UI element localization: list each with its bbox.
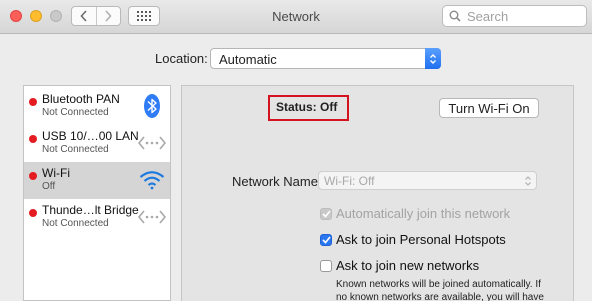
auto-join-label: Automatically join this network	[336, 206, 511, 221]
service-list: Bluetooth PAN Not Connected USB 10/…00 L…	[23, 85, 171, 301]
checkmark-icon	[321, 210, 331, 218]
service-name: USB 10/…00 LAN	[42, 129, 139, 143]
network-name-select[interactable]: Wi-Fi: Off	[318, 171, 537, 190]
status-value: Off	[320, 100, 338, 114]
checkmark-icon	[321, 236, 331, 244]
ethernet-arrows-icon	[138, 130, 166, 156]
title-bar: Network Search	[0, 0, 592, 34]
wifi-icon	[138, 167, 166, 193]
service-item-usb-lan[interactable]: USB 10/…00 LAN Not Connected	[24, 125, 170, 162]
personal-hotspots-checkbox[interactable]	[320, 234, 332, 246]
auto-join-checkbox[interactable]	[320, 208, 332, 220]
service-name: Thunde…lt Bridge	[42, 203, 139, 217]
location-value: Automatic	[219, 52, 277, 67]
status-dot	[29, 209, 37, 217]
location-label: Location:	[155, 51, 208, 66]
status-dot	[29, 135, 37, 143]
service-status: Not Connected	[42, 218, 109, 229]
service-status: Not Connected	[42, 107, 109, 118]
service-name: Wi-Fi	[42, 166, 70, 180]
search-icon	[449, 10, 461, 22]
ethernet-arrows-icon	[138, 204, 166, 230]
ask-new-networks-checkbox[interactable]	[320, 260, 332, 272]
network-name-label: Network Name:	[232, 174, 322, 189]
service-item-thunderbolt-bridge[interactable]: Thunde…lt Bridge Not Connected	[24, 199, 170, 236]
bluetooth-icon	[138, 93, 166, 119]
personal-hotspots-label: Ask to join Personal Hotspots	[336, 232, 506, 247]
help-note: Known networks will be joined automatica…	[336, 279, 544, 301]
status-dot	[29, 172, 37, 180]
status-label: Status:	[276, 100, 317, 114]
turn-wifi-on-button[interactable]: Turn Wi-Fi On	[439, 98, 539, 118]
updown-chevron-icon	[425, 48, 441, 69]
search-input[interactable]: Search	[442, 5, 587, 27]
service-status: Off	[42, 181, 56, 192]
status-dot	[29, 98, 37, 106]
service-item-bluetooth-pan[interactable]: Bluetooth PAN Not Connected	[24, 88, 170, 125]
ask-new-networks-label: Ask to join new networks	[336, 258, 480, 273]
service-item-wifi[interactable]: Wi-Fi Off	[24, 162, 170, 199]
updown-chevron-icon	[525, 176, 531, 186]
network-name-value: Wi-Fi: Off	[324, 174, 375, 188]
service-name: Bluetooth PAN	[42, 92, 120, 106]
search-placeholder: Search	[467, 8, 509, 24]
location-select[interactable]: Automatic	[210, 48, 441, 69]
service-status: Not Connected	[42, 144, 109, 155]
